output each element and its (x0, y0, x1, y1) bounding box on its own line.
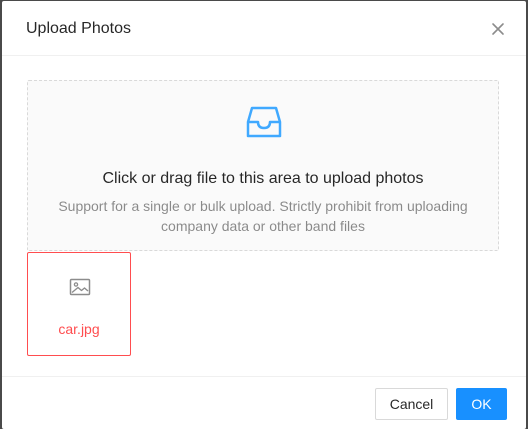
upload-dropzone[interactable]: Click or drag file to this area to uploa… (27, 80, 499, 251)
dropzone-hint: Support for a single or bulk upload. Str… (58, 198, 468, 234)
file-name: car.jpg (58, 321, 100, 337)
modal-footer: Cancel OK (2, 376, 526, 429)
uploaded-file-card[interactable]: car.jpg (27, 252, 131, 356)
upload-photos-modal: Upload Photos Click or drag file to this… (2, 1, 526, 429)
ok-button[interactable]: OK (456, 388, 507, 420)
inbox-icon (246, 106, 282, 138)
modal-header: Upload Photos (2, 1, 526, 56)
close-button[interactable] (488, 19, 508, 39)
modal-title: Upload Photos (26, 20, 131, 37)
cancel-button[interactable]: Cancel (375, 388, 448, 420)
picture-icon (69, 278, 91, 296)
close-icon (492, 23, 504, 35)
dropzone-text: Click or drag file to this area to uploa… (102, 170, 424, 187)
